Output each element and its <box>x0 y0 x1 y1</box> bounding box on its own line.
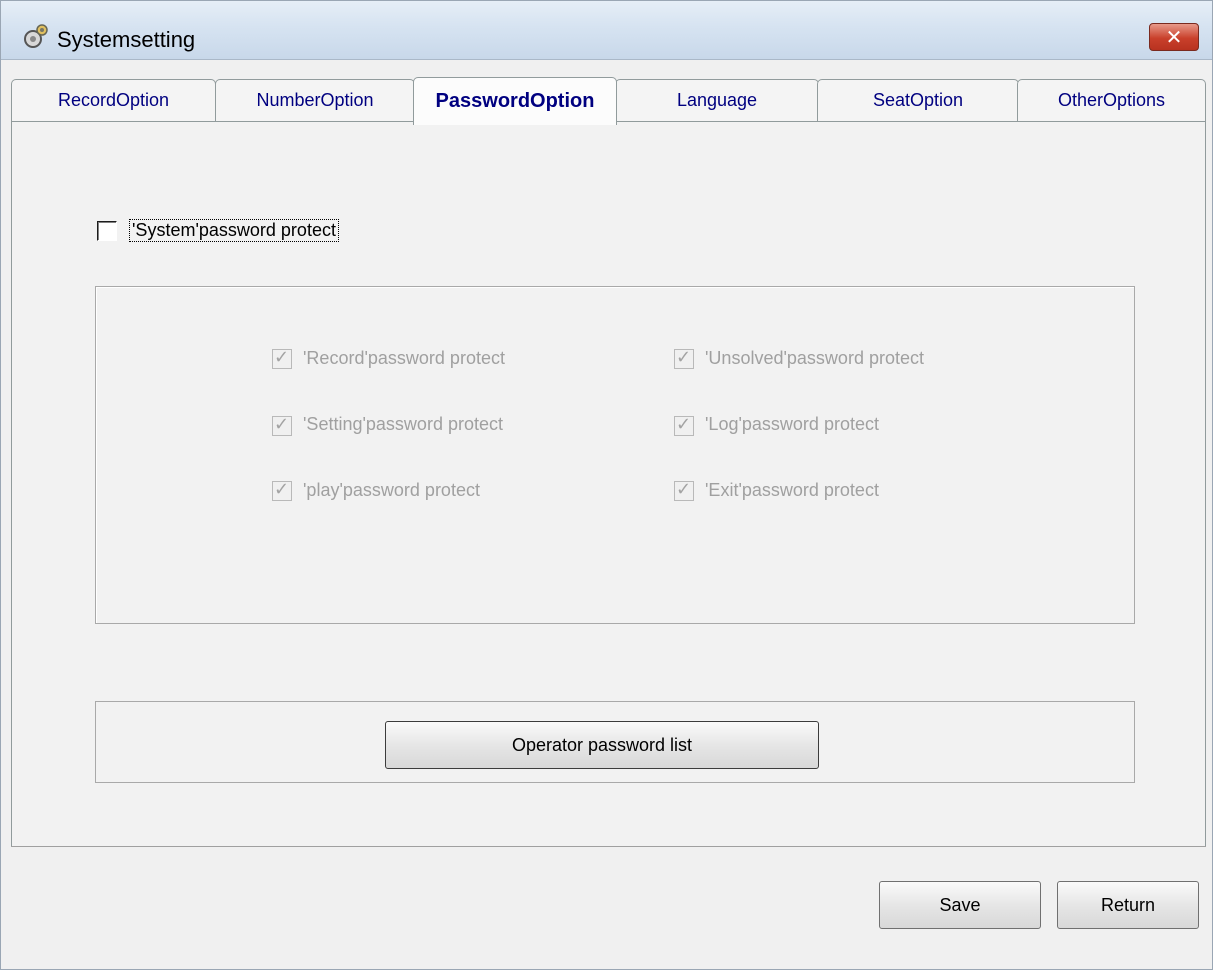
operator-password-list-button[interactable]: Operator password list <box>385 721 819 769</box>
save-button[interactable]: Save <box>879 881 1041 929</box>
checkmark-icon: ✓ <box>676 347 692 367</box>
tab-seat-option[interactable]: SeatOption <box>817 79 1019 121</box>
tab-language[interactable]: Language <box>615 79 819 121</box>
checkmark-icon: ✓ <box>676 414 692 434</box>
play-password-checkbox[interactable]: ✓ <box>272 479 292 501</box>
unsolved-password-label: 'Unsolved'password protect <box>705 348 924 368</box>
window-title: Systemsetting <box>57 27 196 52</box>
title-bar[interactable]: Systemsetting ✕ <box>1 1 1212 60</box>
footer-divider <box>11 846 1206 847</box>
log-password-label: 'Log'password protect <box>705 414 879 434</box>
system-password-label[interactable]: 'System'password protect <box>129 219 339 242</box>
setting-password-label: 'Setting'password protect <box>303 414 503 434</box>
close-button[interactable]: ✕ <box>1149 23 1199 51</box>
checkmark-icon: ✓ <box>274 414 290 434</box>
tab-record-option[interactable]: RecordOption <box>11 79 216 121</box>
tab-password-option[interactable]: PasswordOption <box>413 77 617 125</box>
tab-strip: RecordOption NumberOption PasswordOption… <box>11 77 1206 125</box>
tab-number-option[interactable]: NumberOption <box>215 79 415 121</box>
unsolved-password-checkbox[interactable]: ✓ <box>674 347 694 369</box>
exit-password-label: 'Exit'password protect <box>705 480 879 500</box>
return-button[interactable]: Return <box>1057 881 1199 929</box>
setting-password-checkbox[interactable]: ✓ <box>272 414 292 436</box>
checkmark-icon: ✓ <box>274 347 290 367</box>
password-options-group <box>95 286 1135 624</box>
settings-gear-icon <box>24 24 48 48</box>
record-password-checkbox[interactable]: ✓ <box>272 347 292 369</box>
system-setting-window: Systemsetting ✕ RecordOption NumberOptio… <box>0 0 1213 970</box>
play-password-label: 'play'password protect <box>303 480 480 500</box>
system-password-checkbox[interactable] <box>97 221 117 241</box>
checkmark-icon: ✓ <box>274 479 290 499</box>
exit-password-checkbox[interactable]: ✓ <box>674 479 694 501</box>
record-password-label: 'Record'password protect <box>303 348 505 368</box>
log-password-checkbox[interactable]: ✓ <box>674 414 694 436</box>
tab-other-options[interactable]: OtherOptions <box>1017 79 1206 121</box>
checkmark-icon: ✓ <box>676 479 692 499</box>
close-icon: ✕ <box>1165 26 1183 49</box>
